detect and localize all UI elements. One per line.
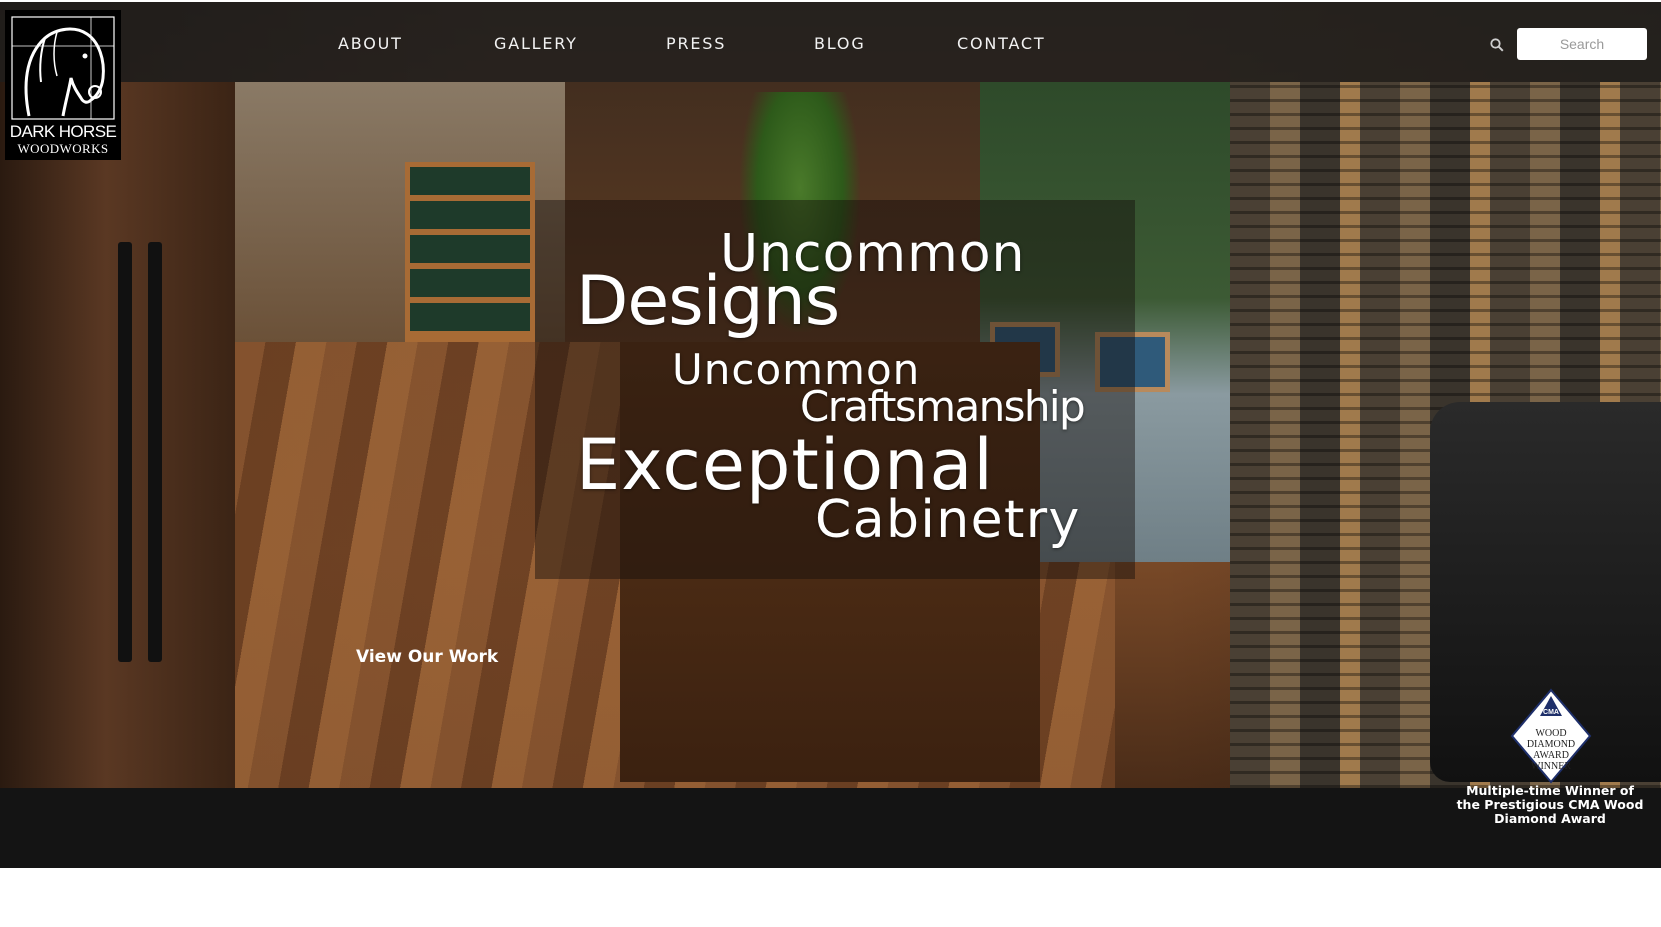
nav-item-gallery[interactable]: GALLERY bbox=[494, 34, 578, 53]
tagline-word-designs: Designs bbox=[576, 262, 840, 341]
horse-head-icon bbox=[11, 16, 115, 120]
award-caption: Multiple-time Winner of the Prestigious … bbox=[1456, 783, 1644, 826]
award-badge-line: AWARD bbox=[1533, 750, 1569, 761]
search-icon[interactable] bbox=[1490, 38, 1504, 52]
nav-item-press[interactable]: PRESS bbox=[666, 34, 726, 53]
hero-cabinet-panel bbox=[0, 82, 235, 788]
hero-cabinet-handle bbox=[148, 242, 162, 662]
hero-window bbox=[405, 162, 535, 342]
award-badge[interactable]: CMA WOOD DIAMOND AWARD WINNER bbox=[1510, 688, 1592, 789]
tagline-word-cabinetry: Cabinetry bbox=[815, 490, 1081, 550]
nav-item-about[interactable]: ABOUT bbox=[338, 34, 403, 53]
nav-item-blog[interactable]: BLOG bbox=[814, 34, 866, 53]
award-badge-line: DIAMOND bbox=[1527, 739, 1575, 750]
search-input[interactable] bbox=[1517, 28, 1647, 60]
award-badge-line: WOOD bbox=[1535, 728, 1566, 739]
hero-cabinet-handle bbox=[118, 242, 132, 662]
brand-logo[interactable]: DARK HORSE WOODWORKS bbox=[5, 10, 121, 160]
nav-item-contact[interactable]: CONTACT bbox=[957, 34, 1045, 53]
view-our-work-link[interactable]: View Our Work bbox=[356, 647, 498, 667]
logo-text-line2: WOODWORKS bbox=[17, 141, 109, 156]
award-badge-top: CMA bbox=[1543, 709, 1559, 716]
diamond-award-icon: CMA WOOD DIAMOND AWARD WINNER bbox=[1510, 688, 1592, 784]
award-badge-line: WINNER bbox=[1531, 761, 1571, 772]
footer-band bbox=[0, 788, 1661, 868]
logo-text-line1: DARK HORSE bbox=[9, 122, 117, 141]
